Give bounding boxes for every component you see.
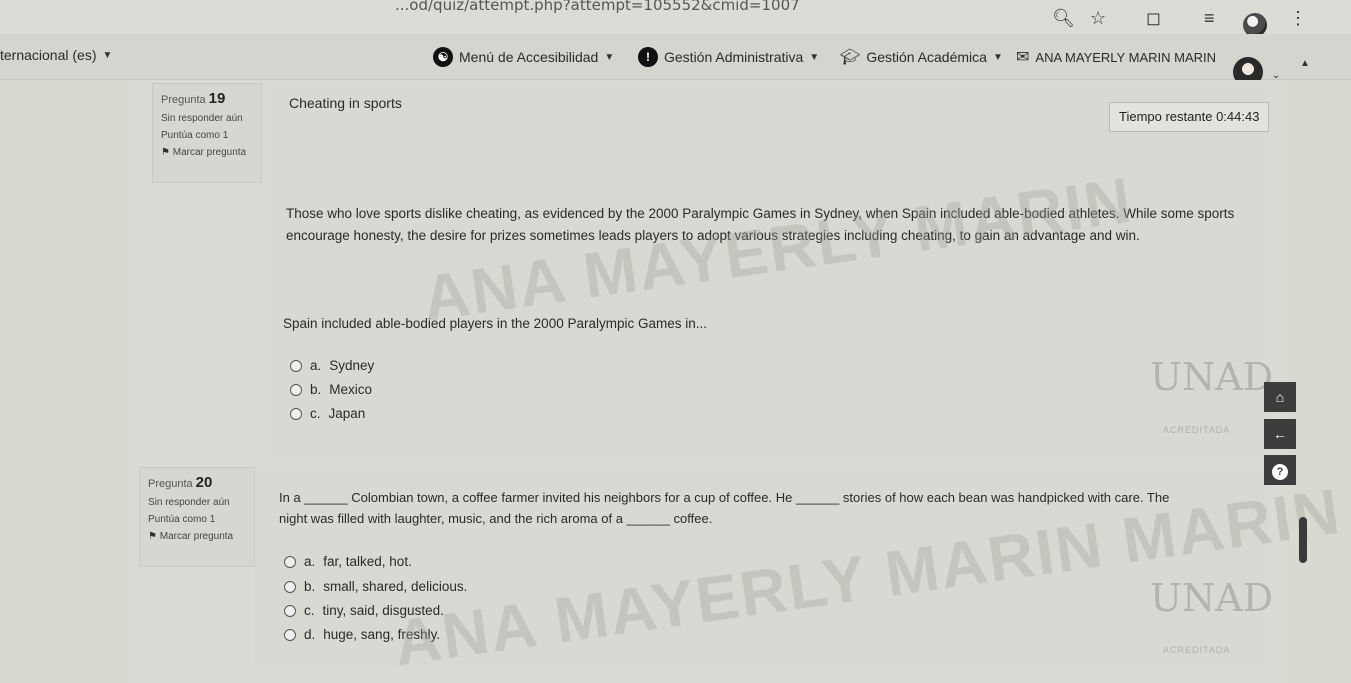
user-menu[interactable]: ✉ ANA MAYERLY MARIN MARIN [1016,47,1216,67]
scroll-up-icon[interactable]: ▲ [1300,58,1310,69]
option-text: Sydney [329,358,375,373]
option-19-c[interactable]: c. Japan [290,406,365,421]
question-text-line-2: night was filled with laughter, music, a… [279,511,713,526]
question-label: Pregunta [161,94,206,106]
alert-icon: ! [638,47,658,67]
radio-button[interactable] [290,383,302,396]
radio-button[interactable] [290,407,302,420]
flag-label: Marcar pregunta [172,147,247,158]
option-letter: c. [304,603,315,618]
unad-logo: UNAD [1150,576,1274,620]
option-letter: a. [310,358,322,373]
option-19-a[interactable]: a. Sydney [290,358,374,373]
question-number: 19 [208,90,226,107]
question-info-19: Pregunta 19 Sin responder aún Puntúa como… [152,83,262,183]
accessibility-icon: ☯ [433,47,453,67]
unad-logo: UNAD [1150,355,1274,399]
address-bar[interactable]: ...od/quiz/attempt.php?attempt=105552&cm… [395,0,800,14]
messages-icon: ✉ [1016,49,1030,66]
home-icon: ⌂ [1275,389,1285,405]
chevron-down-icon: ▼ [992,51,1003,63]
home-button[interactable]: ⌂ [1264,382,1296,412]
question-label: Pregunta [148,478,193,490]
question-status: Sin responder aún [161,113,243,124]
option-letter: c. [310,406,321,421]
unad-logo-sub: ACREDITADA [1163,425,1231,435]
admin-menu[interactable]: ! Gestión Administrativa ▼ [638,47,819,67]
question-info-20: Pregunta 20 Sin responder aún Puntúa como… [139,467,255,567]
user-name: ANA MAYERLY MARIN MARIN [1035,49,1216,65]
unad-logo-sub: ACREDITADA [1163,645,1231,655]
radio-button[interactable] [284,628,296,641]
academic-menu-label: Gestión Académica [866,49,987,65]
time-remaining: Tiempo restante 0:44:43 [1109,102,1269,132]
search-icon[interactable]: 🔍︎ [1052,9,1075,27]
question-text-line-1: In a ______ Colombian town, a coffee far… [279,490,1170,505]
option-letter: a. [304,554,316,569]
language-label: ternacional (es) [0,47,97,63]
accessibility-menu-label: Menú de Accesibilidad [459,49,599,65]
flag-icon: ⚑ [161,147,170,158]
timer-value: 0:44:43 [1216,109,1260,124]
chevron-down-icon: ▼ [809,51,820,63]
site-navbar: ternacional (es) ▼ ☯ Menú de Accesibilida… [0,34,1351,80]
question-score: Puntúa como 1 [161,130,229,141]
help-icon: ? [1272,464,1288,480]
radio-button[interactable] [284,604,296,617]
flag-question-link[interactable]: ⚑ Marcar pregunta [161,147,253,158]
chevron-down-icon: ▼ [102,49,113,61]
timer-label: Tiempo restante [1119,109,1213,124]
graduation-cap-icon: 🎓︎ [840,49,861,66]
radio-button[interactable] [284,580,296,593]
help-button[interactable]: ? [1264,455,1296,485]
arrow-left-icon: ← [1273,426,1287,442]
chevron-down-icon: ▼ [604,51,615,63]
reading-list-icon[interactable]: ≡ [1204,9,1215,27]
radio-button[interactable] [284,555,296,568]
option-20-a[interactable]: a. far, talked, hot. [284,554,412,569]
flag-question-link[interactable]: ⚑ Marcar pregunta [148,531,246,542]
star-icon[interactable]: ☆ [1090,9,1106,27]
option-letter: d. [304,627,316,642]
back-button[interactable]: ← [1264,419,1296,449]
academic-menu[interactable]: 🎓︎ Gestión Académica ▼ [840,47,1003,67]
option-text: small, shared, delicious. [323,579,468,594]
flag-icon: ⚑ [148,531,157,542]
option-letter: b. [304,579,316,594]
menu-icon[interactable]: ⋮ [1289,9,1307,27]
accessibility-menu[interactable]: ☯ Menú de Accesibilidad ▼ [433,47,614,67]
option-20-b[interactable]: b. small, shared, delicious. [284,579,467,594]
question-number: 20 [195,474,213,491]
language-selector[interactable]: ternacional (es) ▼ [0,47,112,63]
question-score: Puntúa como 1 [148,514,216,525]
admin-menu-label: Gestión Administrativa [664,49,804,65]
question-title: Cheating in sports [289,95,402,111]
option-text: far, talked, hot. [323,554,412,569]
option-text: Mexico [329,382,373,397]
browser-toolbar: ...od/quiz/attempt.php?attempt=105552&cm… [0,0,1351,37]
option-letter: b. [310,382,322,397]
option-19-b[interactable]: b. Mexico [290,382,372,397]
question-status: Sin responder aún [148,497,230,508]
extension-icon[interactable]: ◻ [1146,9,1161,27]
scrollbar-thumb[interactable] [1299,517,1307,563]
flag-label: Marcar pregunta [159,531,234,542]
option-text: Japan [328,406,366,421]
radio-button[interactable] [290,359,302,372]
